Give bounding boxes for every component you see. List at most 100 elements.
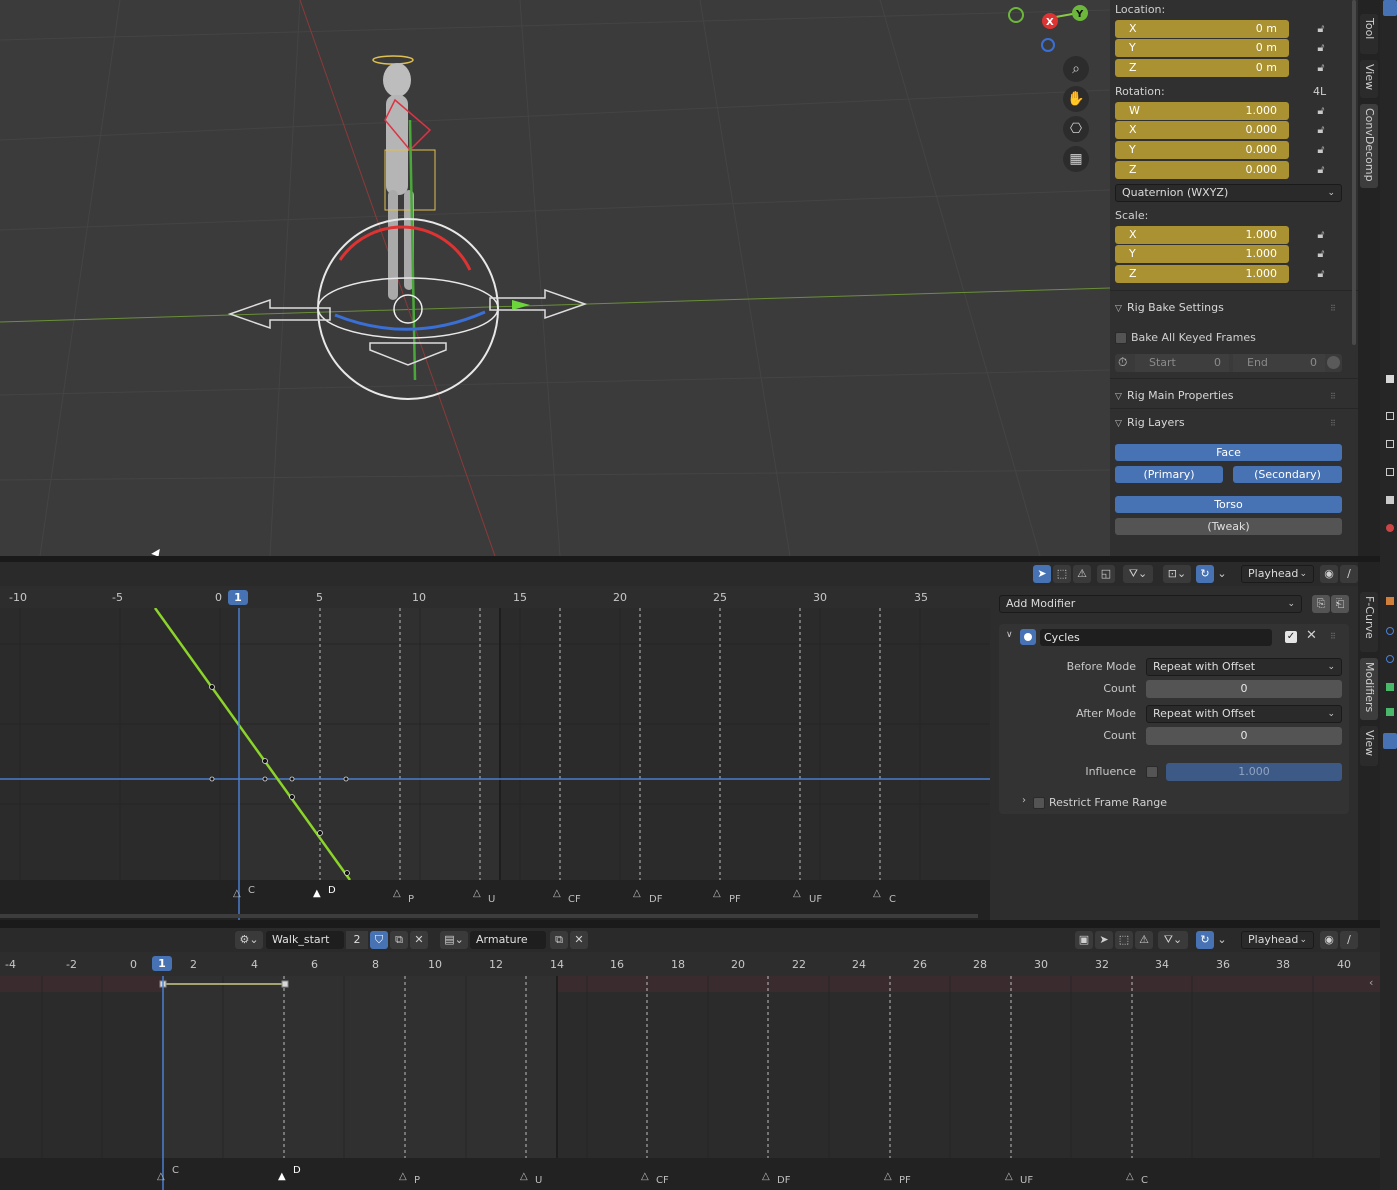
layer-primary-button[interactable]: (Primary): [1115, 466, 1223, 483]
action-editor[interactable]: -4 -2 0 2 4 6 8 10 12 14 16 18 20 22 24 …: [0, 952, 1380, 1190]
lock-icon[interactable]: 🔓︎: [1314, 41, 1328, 55]
marker-icon[interactable]: △: [473, 888, 481, 899]
rotation-mode-dropdown[interactable]: Quaternion (WXYZ) ⌄: [1115, 184, 1342, 202]
stopwatch-icon[interactable]: ⏱: [1118, 355, 1127, 370]
layer-face-button[interactable]: Face: [1115, 444, 1342, 461]
graph-editor[interactable]: -10 -5 0 5 10 15 20 25 30 35 1 △ C ▲ D △…: [0, 586, 990, 920]
scene-icon[interactable]: [1386, 496, 1394, 504]
dopesheet-frame-ruler[interactable]: -4 -2 0 2 4 6 8 10 12 14 16 18 20 22 24 …: [0, 952, 1380, 976]
drag-handle-icon[interactable]: ⠿: [1330, 393, 1340, 401]
scrollbar[interactable]: [1352, 0, 1356, 345]
filter-icon[interactable]: ⛛⌄: [1123, 565, 1153, 583]
scale-z-field[interactable]: Z 1.000: [1115, 265, 1289, 283]
pivot-icon[interactable]: ⊡⌄: [1163, 565, 1191, 583]
rotation-w-field[interactable]: W 1.000: [1115, 102, 1289, 120]
drag-handle-icon[interactable]: ⠿: [1330, 420, 1340, 428]
paste-modifiers-icon[interactable]: ⎗: [1331, 595, 1349, 613]
unlink-icon[interactable]: ✕: [570, 931, 588, 949]
duplicate-action-icon[interactable]: ⧉: [390, 931, 408, 949]
rig-layers-header[interactable]: ▽ Rig Layers: [1115, 415, 1185, 431]
action-users-count[interactable]: 2: [346, 931, 368, 949]
marker-icon[interactable]: △: [884, 1171, 892, 1182]
checkbox-checked-icon[interactable]: ✓: [1285, 631, 1297, 643]
rotation-y-field[interactable]: Y 0.000: [1115, 141, 1289, 159]
modifier-name-field[interactable]: Cycles: [1040, 629, 1272, 646]
lock-icon[interactable]: 🔓︎: [1314, 22, 1328, 36]
rotation-x-field[interactable]: X 0.000: [1115, 121, 1289, 139]
tab-convdecomp[interactable]: ConvDecomp: [1360, 104, 1378, 188]
marker-icon[interactable]: △: [399, 1171, 407, 1182]
rig-main-properties-header[interactable]: ▽ Rig Main Properties: [1115, 388, 1234, 404]
box-select-icon[interactable]: ⬚: [1115, 931, 1133, 949]
marker-icon[interactable]: △: [713, 888, 721, 899]
hand-icon[interactable]: ✋: [1063, 86, 1089, 112]
marker-icon[interactable]: △: [233, 888, 241, 899]
area-divider[interactable]: [0, 920, 1380, 928]
add-modifier-dropdown[interactable]: Add Modifier ⌄: [999, 595, 1302, 613]
marker-icon[interactable]: △: [873, 888, 881, 899]
3d-viewport[interactable]: Y X ⌕ ✋ ⎔ ▦: [0, 0, 1110, 556]
location-x-field[interactable]: X0 m: [1115, 20, 1289, 38]
bake-all-keyed-checkbox[interactable]: [1115, 332, 1127, 344]
rig-bake-settings-header[interactable]: ▽ Rig Bake Settings: [1115, 300, 1224, 316]
before-mode-dropdown[interactable]: Repeat with Offset ⌄: [1146, 658, 1342, 676]
tab-fcurve[interactable]: F-Curve: [1360, 592, 1378, 652]
fcurve-modifiers-panel[interactable]: Add Modifier ⌄ ⎘ ⎗ ∨ Cycles ✓ ✕ ⠿ Before …: [990, 586, 1358, 920]
clear-range-icon[interactable]: [1327, 356, 1340, 369]
filter-icon[interactable]: ⛛⌄: [1158, 931, 1188, 949]
marker-icon[interactable]: △: [793, 888, 801, 899]
bake-end-field[interactable]: End 0: [1233, 354, 1325, 372]
location-z-field[interactable]: Z0 m: [1115, 59, 1289, 77]
falloff-icon[interactable]: ∕: [1340, 565, 1358, 583]
close-icon[interactable]: ✕: [1306, 628, 1317, 643]
box-select-icon[interactable]: ⬚: [1053, 565, 1071, 583]
frame-ruler[interactable]: -10 -5 0 5 10 15 20 25 30 35: [0, 586, 990, 608]
lock-icon[interactable]: 🔓︎: [1314, 163, 1328, 177]
zoom-icon[interactable]: ⌕: [1063, 56, 1089, 82]
chevron-down-icon[interactable]: ⌄: [1215, 931, 1229, 949]
lock-icon[interactable]: 🔓︎: [1314, 123, 1328, 137]
chevron-down-icon[interactable]: ⌄: [1215, 565, 1229, 583]
properties-tab-icon[interactable]: [1383, 0, 1397, 16]
viewport-scene[interactable]: Y X: [0, 0, 1110, 556]
physics-icon[interactable]: [1386, 683, 1394, 691]
lock-icon[interactable]: 🔓︎: [1314, 247, 1328, 261]
drag-handle-icon[interactable]: ⠿: [1330, 305, 1340, 313]
normalize-icon[interactable]: ◱: [1097, 565, 1115, 583]
action-browse-icon[interactable]: ⚙⌄: [235, 931, 263, 949]
marker-icon[interactable]: △: [1126, 1171, 1134, 1182]
data-icon[interactable]: [1383, 733, 1397, 749]
render-icon[interactable]: [1386, 412, 1394, 420]
lock-icon[interactable]: 🔓︎: [1314, 267, 1328, 281]
after-mode-dropdown[interactable]: Repeat with Offset ⌄: [1146, 705, 1342, 723]
expand-icon[interactable]: ›: [1022, 795, 1026, 806]
marker-icon[interactable]: △: [553, 888, 561, 899]
tab-view[interactable]: View: [1360, 60, 1378, 98]
dopesheet-current-frame[interactable]: 1: [152, 956, 172, 971]
marker-icon[interactable]: ▲: [278, 1171, 286, 1182]
constraints-icon[interactable]: [1386, 708, 1394, 716]
expand-sidebar-icon[interactable]: ‹: [1369, 976, 1373, 989]
particles-icon[interactable]: [1386, 655, 1394, 663]
scale-x-field[interactable]: X 1.000: [1115, 226, 1289, 244]
falloff-icon[interactable]: ∕: [1340, 931, 1358, 949]
dopesheet-channels-area[interactable]: [0, 976, 1380, 1190]
copy-modifiers-icon[interactable]: ⎘: [1312, 595, 1330, 613]
slot-browse-icon[interactable]: ▤⌄: [440, 931, 468, 949]
warning-icon[interactable]: ⚠: [1135, 931, 1153, 949]
select-tool-icon[interactable]: ➤: [1095, 931, 1113, 949]
tab-modifiers[interactable]: Modifiers: [1360, 658, 1378, 720]
view-layer-icon[interactable]: [1386, 468, 1394, 476]
marker-icon[interactable]: △: [641, 1171, 649, 1182]
marker-icon[interactable]: △: [1005, 1171, 1013, 1182]
action-name-field[interactable]: Walk_start: [266, 931, 344, 949]
influence-field[interactable]: 1.000: [1166, 763, 1342, 781]
marker-icon[interactable]: △: [157, 1171, 165, 1182]
marker-icon[interactable]: △: [520, 1171, 528, 1182]
lock-icon[interactable]: 🔓︎: [1314, 143, 1328, 157]
dopesheet-playhead-dropdown[interactable]: Playhead ⌄: [1241, 931, 1314, 949]
tab-graph-view[interactable]: View: [1360, 726, 1378, 766]
marker-icon[interactable]: ▲: [313, 888, 321, 899]
rotation-4l-toggle[interactable]: 4L: [1313, 85, 1326, 98]
proportional-icon[interactable]: ◉: [1320, 931, 1338, 949]
